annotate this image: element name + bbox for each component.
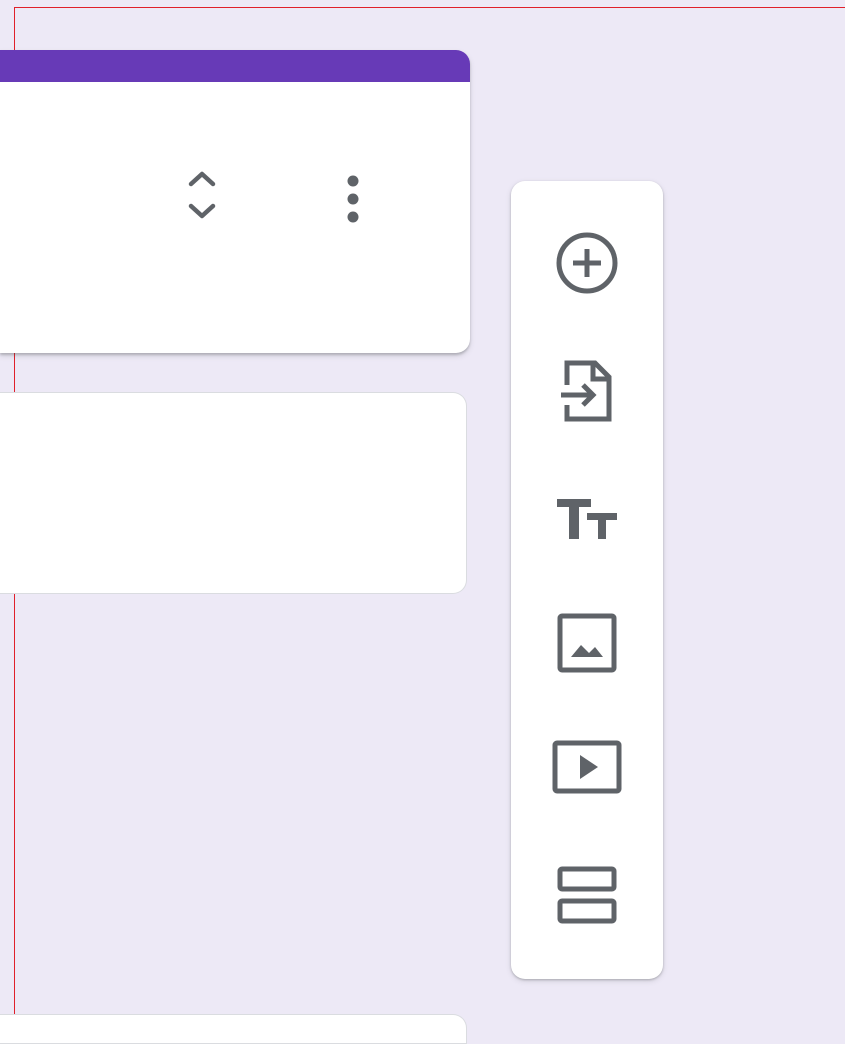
import-questions-button[interactable]	[551, 355, 623, 427]
add-video-button[interactable]	[551, 731, 623, 803]
expand-collapse-button[interactable]	[176, 168, 228, 232]
add-question-button[interactable]	[551, 227, 623, 299]
form-title-card[interactable]	[0, 50, 470, 353]
form-item-card-next[interactable]	[0, 1014, 467, 1044]
image-icon	[557, 613, 617, 673]
more-options-button[interactable]	[327, 168, 379, 232]
import-file-icon	[559, 360, 612, 422]
title-text-icon	[557, 499, 617, 539]
form-item-card[interactable]	[0, 392, 467, 594]
add-title-description-button[interactable]	[551, 483, 623, 555]
add-section-button[interactable]	[551, 859, 623, 931]
section-icon	[557, 866, 617, 924]
add-image-button[interactable]	[551, 607, 623, 679]
video-icon	[552, 740, 622, 794]
expand-collapse-icon	[188, 171, 216, 219]
more-vert-icon	[347, 175, 359, 223]
frame-border-top	[14, 7, 845, 8]
add-circle-icon	[556, 232, 618, 294]
title-card-accent-bar	[0, 50, 470, 82]
floating-toolbar	[511, 181, 663, 979]
